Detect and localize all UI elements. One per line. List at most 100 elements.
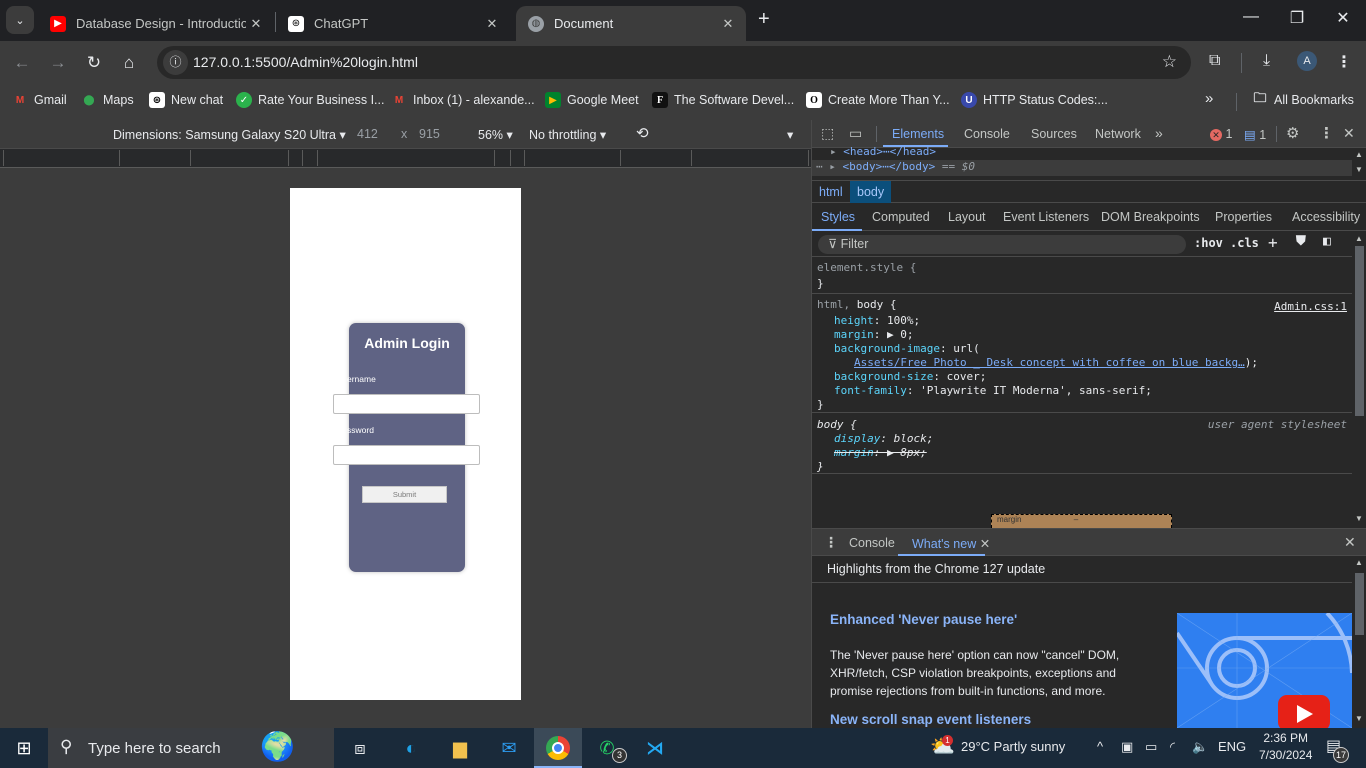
back-button[interactable]: ←: [10, 51, 34, 75]
ellipsis-icon[interactable]: ⋯: [882, 160, 889, 173]
settings-gear-icon[interactable]: ⚙: [1286, 124, 1299, 142]
box-model-margin-value[interactable]: –: [1074, 515, 1078, 524]
subtab-event-listeners[interactable]: Event Listeners: [1003, 210, 1089, 224]
dom-node-head[interactable]: ▸ <head>⋯</head>: [830, 145, 936, 161]
media-query-marker[interactable]: [119, 150, 120, 166]
css-prop-name[interactable]: height: [834, 314, 874, 327]
device-height-input[interactable]: 915: [419, 127, 440, 141]
new-tab-button[interactable]: +: [758, 8, 770, 31]
subtab-computed[interactable]: Computed: [872, 210, 930, 224]
tab-console[interactable]: Console: [964, 127, 1010, 141]
scroll-down-icon[interactable]: ▼: [1355, 165, 1363, 174]
wifi-icon[interactable]: ◜: [1170, 739, 1175, 755]
close-devtools-icon[interactable]: ✕: [1343, 125, 1355, 142]
css-prop-name[interactable]: margin: [834, 328, 874, 341]
bookmark-http-status[interactable]: U HTTP Status Codes:...: [961, 92, 1108, 108]
close-tab-icon[interactable]: ✕: [718, 16, 738, 32]
element-style-rule[interactable]: element.style { }: [812, 258, 1352, 294]
new-style-rule-icon[interactable]: +: [1268, 233, 1278, 252]
media-query-marker[interactable]: [190, 150, 191, 166]
tab-database-design[interactable]: ▶ Database Design - Introduction ✕: [38, 6, 274, 41]
bookmark-rate-business[interactable]: ✓ Rate Your Business I...: [236, 92, 384, 108]
subtab-properties[interactable]: Properties: [1215, 210, 1272, 224]
css-prop-name[interactable]: display: [834, 432, 880, 445]
menu-kebab-icon[interactable]: ⋮: [1336, 52, 1352, 72]
css-prop-value[interactable]: url(: [953, 342, 980, 355]
clock[interactable]: 2:36 PM 7/30/2024: [1259, 731, 1312, 762]
css-prop-name[interactable]: background-size: [834, 370, 933, 383]
windows-start-icon[interactable]: ⊞: [10, 734, 38, 762]
scroll-thumb[interactable]: [1355, 246, 1364, 416]
bookmark-software-devel[interactable]: F The Software Devel...: [652, 92, 794, 108]
scroll-up-icon[interactable]: ▲: [1355, 558, 1363, 567]
drawer-tab-console[interactable]: Console: [849, 536, 895, 550]
bookmark-gmail[interactable]: M Gmail: [12, 92, 67, 108]
show-hidden-icons-chevron[interactable]: ^: [1097, 739, 1103, 754]
bookmark-google-meet[interactable]: ▶ Google Meet: [545, 92, 639, 108]
restore-button[interactable]: ❐: [1282, 8, 1312, 28]
error-counter[interactable]: ✕ 1: [1210, 127, 1232, 141]
media-query-marker[interactable]: [808, 150, 809, 166]
whats-new-video-thumbnail[interactable]: [1177, 613, 1352, 728]
close-tab-icon[interactable]: ✕: [246, 16, 266, 32]
language-indicator[interactable]: ENG: [1218, 739, 1246, 754]
media-query-marker[interactable]: [302, 150, 303, 166]
home-button[interactable]: ⌂: [117, 51, 141, 75]
css-prop-value[interactable]: 'Playwrite IT Moderna', sans-serif;: [920, 384, 1152, 397]
address-bar[interactable]: ⓘ 127.0.0.1:5500/Admin%20login.html ☆: [157, 46, 1191, 79]
task-view-icon[interactable]: ⧈: [346, 734, 374, 762]
message-counter[interactable]: ▤ 1: [1244, 127, 1266, 142]
bookmark-new-chat[interactable]: ⊛ New chat: [149, 92, 223, 108]
scroll-up-icon[interactable]: ▲: [1355, 150, 1363, 159]
devtools-menu-icon[interactable]: ⋮: [1319, 124, 1334, 142]
device-width-input[interactable]: 412: [357, 127, 378, 141]
close-drawer-icon[interactable]: ✕: [1344, 534, 1356, 551]
close-tab-icon[interactable]: ✕: [482, 16, 502, 32]
box-model-diagram[interactable]: margin –: [991, 514, 1172, 528]
tab-document[interactable]: ◍ Document ✕: [516, 6, 746, 41]
scroll-up-icon[interactable]: ▲: [1355, 234, 1363, 243]
tab-chatgpt[interactable]: ⊛ ChatGPT ✕: [276, 6, 510, 41]
weather-text[interactable]: 29°C Partly sunny: [961, 739, 1065, 754]
battery-icon[interactable]: ▭: [1145, 739, 1157, 755]
camera-icon[interactable]: ▣: [1121, 739, 1133, 755]
edge-icon[interactable]: ◐: [397, 734, 425, 762]
vscode-icon[interactable]: ⋊: [641, 734, 669, 762]
tab-network[interactable]: Network: [1095, 127, 1141, 141]
profile-avatar[interactable]: A: [1297, 51, 1317, 71]
background-image-link[interactable]: Assets/Free Photo _ Desk concept with co…: [854, 356, 1245, 369]
tab-sources[interactable]: Sources: [1031, 127, 1077, 141]
close-tab-icon[interactable]: ✕: [980, 537, 990, 551]
drawer-tab-whats-new[interactable]: What's new ✕: [912, 536, 990, 551]
subtab-dom-breakpoints[interactable]: DOM Breakpoints: [1101, 210, 1200, 224]
minimize-button[interactable]: —: [1236, 8, 1266, 26]
ellipsis-icon[interactable]: ⋯: [883, 145, 890, 158]
media-query-marker[interactable]: [288, 150, 289, 166]
throttling-select[interactable]: No throttling ▾: [529, 127, 606, 142]
css-rule-body-ua[interactable]: body { user agent stylesheet display: bl…: [812, 414, 1352, 474]
scroll-thumb[interactable]: [1355, 573, 1364, 635]
youtube-play-icon[interactable]: [1278, 695, 1330, 728]
media-query-marker[interactable]: [691, 150, 692, 166]
forward-button[interactable]: →: [46, 51, 70, 75]
css-prop-value[interactable]: ▶ 0;: [887, 328, 914, 341]
drawer-menu-icon[interactable]: ⋮: [824, 534, 838, 551]
media-query-bar[interactable]: [0, 148, 811, 168]
breadcrumb-html[interactable]: html: [812, 181, 850, 203]
bookmark-maps[interactable]: ⬤ Maps: [81, 92, 133, 108]
feature-heading-link[interactable]: Enhanced 'Never pause here': [830, 612, 1017, 627]
media-query-marker[interactable]: [510, 150, 511, 166]
whats-new-scrollbar[interactable]: ▲ ▼: [1352, 556, 1366, 728]
tab-elements[interactable]: Elements: [892, 127, 944, 141]
breadcrumb-body[interactable]: body: [850, 181, 892, 203]
reload-button[interactable]: ↻: [82, 51, 106, 75]
url-text[interactable]: 127.0.0.1:5500/Admin%20login.html: [193, 54, 418, 70]
media-query-marker[interactable]: [3, 150, 4, 166]
device-toggle-icon[interactable]: ▭: [849, 125, 862, 142]
bookmark-star-icon[interactable]: ☆: [1162, 52, 1177, 72]
rule-source-link[interactable]: Admin.css:1: [1274, 300, 1347, 313]
close-window-button[interactable]: ✕: [1328, 8, 1358, 28]
device-toolbar-options-icon[interactable]: ▾: [787, 127, 793, 142]
cls-toggle[interactable]: .cls: [1230, 236, 1259, 250]
mail-icon[interactable]: ✉: [495, 734, 523, 762]
